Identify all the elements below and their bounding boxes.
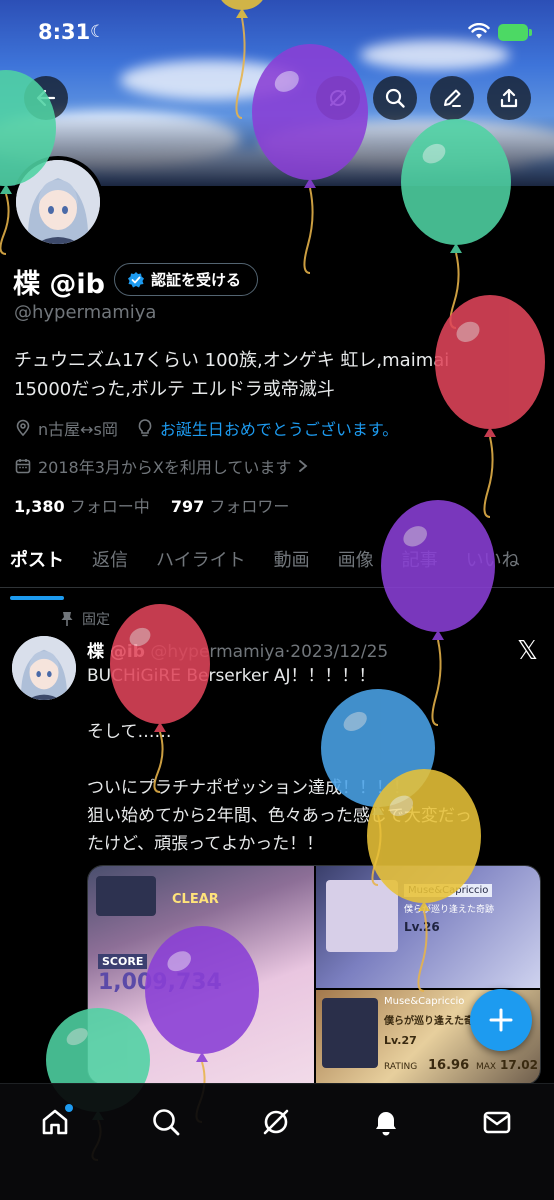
media-caption: CLEAR (172, 892, 219, 907)
media-score: 1,009,734 (98, 970, 222, 995)
media-caption: 僕らが巡り逢えた奇跡 (384, 1016, 484, 1027)
tab-articles[interactable]: 記事 (402, 540, 438, 587)
plus-icon (489, 1008, 513, 1032)
moon-icon: ☾ (90, 22, 106, 42)
grok-icon (263, 1109, 289, 1135)
tweet-date[interactable]: 2023/12/25 (290, 642, 388, 662)
media-level: Lv.26 (404, 920, 440, 934)
grok-icon (330, 90, 346, 106)
media-caption: 僕らが巡り逢えた奇跡 (404, 905, 495, 915)
bio-line: 15000だった,ボルテ エルドラ或帝滅斗 (14, 379, 335, 400)
tweet-header: 楪 @ib @hypermamiya·2023/12/25 (87, 637, 388, 662)
bell-icon (376, 1112, 396, 1136)
tab-videos[interactable]: 動画 (274, 540, 310, 587)
following-link[interactable]: 1,380 フォロー中 (14, 497, 150, 516)
share-button[interactable] (487, 76, 531, 120)
avatar-illustration (12, 636, 76, 700)
profile-name: 楪 @ib (13, 269, 105, 300)
tab-highlights[interactable]: ハイライト (156, 540, 246, 587)
media-max-label: MAX (476, 1062, 497, 1072)
battery-icon (498, 24, 532, 41)
media-max: 17.02 (500, 1058, 538, 1072)
bottom-navigation (0, 1083, 554, 1200)
nav-notifications[interactable] (366, 1102, 406, 1142)
status-time: 8:31 (38, 20, 91, 44)
lightbulb-icon (138, 419, 152, 437)
profile-location: n古屋↔s岡 (38, 420, 118, 439)
tweet-line: 狙い始めてから2年間、色々あった感じで大変だっ (87, 806, 472, 826)
joined-text: 2018年3月からXを利用しています (38, 458, 292, 477)
verified-badge-icon (128, 271, 144, 287)
tab-posts[interactable]: ポスト (10, 540, 64, 600)
tab-replies[interactable]: 返信 (92, 540, 128, 587)
nav-home[interactable] (35, 1102, 75, 1142)
status-bar: 8:31 ☾ (0, 0, 554, 54)
tweet-media[interactable]: CLEAR SCORE 1,009,734 Muse&Capriccio 僕らが… (87, 865, 541, 1085)
get-verified-label: 認証を受ける (151, 271, 242, 289)
home-notification-dot (65, 1104, 73, 1112)
profile-avatar[interactable] (12, 156, 104, 248)
profile-meta: n古屋↔s岡 お誕生日おめでとうございます。 (14, 416, 398, 440)
nav-grok[interactable] (256, 1102, 296, 1142)
birthday-link[interactable]: お誕生日おめでとうございます。 (160, 416, 398, 440)
tweet-author-name[interactable]: 楪 @ib (87, 642, 145, 662)
pinned-label: 固定 (60, 609, 110, 629)
compose-button[interactable] (470, 989, 532, 1051)
nav-search[interactable] (146, 1102, 186, 1142)
tweet-line: そして…… (87, 722, 172, 742)
balloon (435, 295, 545, 518)
search-icon (153, 1109, 180, 1136)
edit-button[interactable] (430, 76, 474, 120)
back-button[interactable] (24, 76, 68, 120)
profile-bio: チュウニズム17くらい 100族,オンゲキ 虹レ,maimai 15000だった… (14, 346, 534, 404)
media-caption: Muse&Capriccio (404, 884, 493, 897)
follow-stats: 1,380 フォロー中 797 フォロワー (14, 493, 289, 517)
tab-likes[interactable]: いいね (466, 540, 520, 587)
tweet-avatar[interactable] (12, 636, 76, 700)
media-caption: SCORE (98, 954, 148, 969)
chevron-right-icon (299, 460, 308, 472)
followers-link[interactable]: 797 フォロワー (171, 497, 290, 516)
avatar-illustration (16, 160, 100, 244)
search-button[interactable] (373, 76, 417, 120)
grok-button[interactable] (316, 76, 360, 120)
media-image-2[interactable]: Muse&Capriccio 僕らが巡り逢えた奇跡 Lv.26 (316, 866, 540, 988)
pencil-icon (444, 89, 461, 107)
media-rating-label: RATING (384, 1062, 418, 1072)
profile-tabs: ポスト 返信 ハイライト 動画 画像 記事 いいね (0, 540, 554, 600)
media-image-1[interactable]: CLEAR SCORE 1,009,734 (88, 866, 314, 1084)
profile-handle: @hypermamiya (14, 302, 157, 323)
wifi-icon (468, 23, 490, 39)
tweet-text: BUCHiGiRE Berserker AJ！！！！！ そして…… ついにプラチ… (87, 662, 547, 858)
nav-messages[interactable] (477, 1102, 517, 1142)
tweet-line: ついにプラチナポゼッション達成！！！！ (87, 778, 410, 798)
tweet-line: たけど、頑張ってよかった！！ (87, 834, 324, 854)
get-verified-button[interactable]: 認証を受ける (114, 263, 259, 296)
search-icon (385, 88, 405, 108)
envelope-icon (483, 1111, 511, 1134)
share-icon (500, 88, 518, 108)
location-pin-icon (16, 419, 30, 437)
media-caption: Muse&Capriccio (384, 996, 465, 1007)
media-level: Lv.27 (384, 1034, 417, 1047)
bio-line: チュウニズム17くらい 100族,オンゲキ 虹レ,maimai (14, 350, 450, 371)
calendar-icon (15, 459, 31, 474)
media-rating: 16.96 (428, 1058, 470, 1073)
pin-icon (61, 612, 73, 626)
tab-photos[interactable]: 画像 (338, 540, 374, 587)
tweet-author-handle: @hypermamiya (150, 642, 285, 662)
arrow-left-icon (36, 89, 56, 107)
tweet-line: BUCHiGiRE Berserker AJ！！！！！ (87, 666, 376, 686)
profile-joined: 2018年3月からXを利用しています (14, 454, 309, 478)
